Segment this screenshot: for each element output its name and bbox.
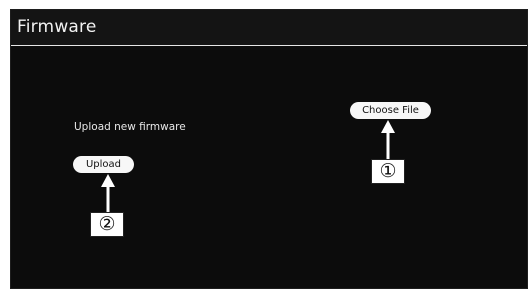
- firmware-panel: Firmware Upload new firmware Choose File…: [10, 9, 528, 289]
- upload-button[interactable]: Upload: [73, 156, 134, 173]
- callout-step-2: ②: [90, 212, 124, 237]
- arrow-up-icon: [101, 174, 115, 213]
- upload-new-firmware-label: Upload new firmware: [74, 121, 186, 133]
- arrow-up-icon: [381, 120, 395, 160]
- callout-step-1: ①: [371, 159, 405, 184]
- page-title: Firmware: [17, 17, 97, 37]
- choose-file-button[interactable]: Choose File: [350, 102, 431, 119]
- title-bar: Firmware: [11, 10, 527, 46]
- firmware-content: Upload new firmware Choose File Upload ①…: [11, 47, 527, 289]
